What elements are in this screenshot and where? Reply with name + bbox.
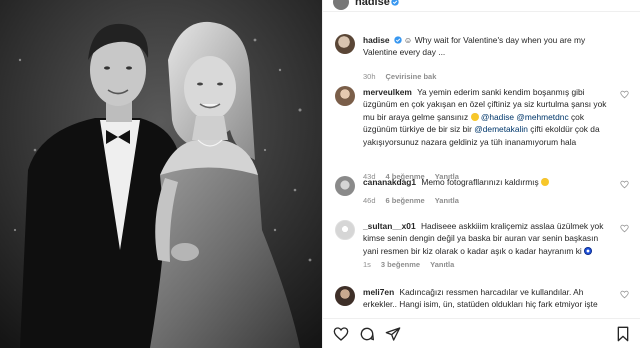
comment-username[interactable]: meli7en xyxy=(363,287,394,297)
comment-likes[interactable]: 6 beğenme xyxy=(386,196,425,205)
post-caption: hadise ☺ Why wait for Valentine's day wh… xyxy=(335,34,631,82)
comment-text: Kadıncağızı ressmen harcadılar ve kullan… xyxy=(363,287,598,310)
bookmark-icon[interactable] xyxy=(615,326,631,342)
header-username[interactable]: hadise xyxy=(355,0,390,8)
caption-emoji: ☺ xyxy=(403,35,413,45)
post-header: hadise xyxy=(323,0,640,12)
comment-like-heart-icon[interactable] xyxy=(620,180,629,189)
comment-time[interactable]: 1s xyxy=(363,260,371,269)
reply-button[interactable]: Yanıtla xyxy=(430,260,454,269)
avatar[interactable] xyxy=(335,286,355,306)
verified-badge-icon xyxy=(391,0,399,6)
comment-item: merveulkem Ya yemin ederim sanki kendim … xyxy=(335,86,631,181)
avatar[interactable] xyxy=(335,220,355,240)
post-photo[interactable] xyxy=(0,0,322,348)
post-action-bar xyxy=(323,318,640,348)
comment-icon[interactable] xyxy=(359,326,375,342)
grimacing-emoji-icon xyxy=(541,178,550,186)
comment-meta: 46d 6 beğenme Yanıtla xyxy=(363,196,459,205)
comment-username[interactable]: _sultan__x01 xyxy=(363,221,416,231)
comment-text-block: meli7en Kadıncağızı ressmen harcadılar v… xyxy=(363,286,615,311)
verified-badge-icon xyxy=(393,36,402,44)
caption-meta: 30h Çevirisine bak xyxy=(363,72,436,81)
header-avatar[interactable] xyxy=(333,0,349,10)
share-icon[interactable] xyxy=(385,326,401,342)
smiling-hearts-emoji-icon xyxy=(470,112,479,121)
caption-time[interactable]: 30h xyxy=(363,72,376,81)
reply-button[interactable]: Yanıtla xyxy=(435,196,459,205)
mention-link[interactable]: @mehmetdnc xyxy=(516,112,568,122)
comment-likes[interactable]: 3 beğenme xyxy=(381,260,420,269)
caption-text-block: hadise ☺ Why wait for Valentine's day wh… xyxy=(363,34,615,59)
couple-photo-image xyxy=(0,0,322,348)
comment-text-block: merveulkem Ya yemin ederim sanki kendim … xyxy=(363,86,615,148)
comment-like-heart-icon[interactable] xyxy=(620,90,629,99)
caption-username[interactable]: hadise xyxy=(363,35,390,45)
heart-icon[interactable] xyxy=(333,326,349,342)
mention-link[interactable]: @hadise xyxy=(481,112,514,122)
nazar-amulet-emoji-icon xyxy=(584,246,593,255)
translate-link[interactable]: Çevirisine bak xyxy=(386,72,437,81)
comment-time[interactable]: 46d xyxy=(363,196,376,205)
comment-meta: 1s 3 beğenme Yanıtla xyxy=(363,260,454,269)
comment-item: _sultan__x01 Hadiseee askkiiim kraliçemi… xyxy=(335,220,631,286)
avatar[interactable] xyxy=(335,86,355,106)
comment-username[interactable]: cananakdag1 xyxy=(363,177,416,187)
comment-text: Memo fotografllarınızı kaldırmış xyxy=(421,177,539,187)
comment-like-heart-icon[interactable] xyxy=(620,224,629,233)
avatar[interactable] xyxy=(335,34,355,54)
mention-link[interactable]: @demetakalin xyxy=(474,124,528,134)
comment-username[interactable]: merveulkem xyxy=(363,87,412,97)
comment-item: cananakdag1 Memo fotografllarınızı kaldı… xyxy=(335,176,631,206)
comment-text-block: cananakdag1 Memo fotografllarınızı kaldı… xyxy=(363,176,615,188)
post-detail-panel: hadise hadise ☺ Why wait for Valentine's… xyxy=(322,0,640,348)
comment-like-heart-icon[interactable] xyxy=(620,290,629,299)
avatar[interactable] xyxy=(335,176,355,196)
comment-text-block: _sultan__x01 Hadiseee askkiiim kraliçemi… xyxy=(363,220,615,257)
